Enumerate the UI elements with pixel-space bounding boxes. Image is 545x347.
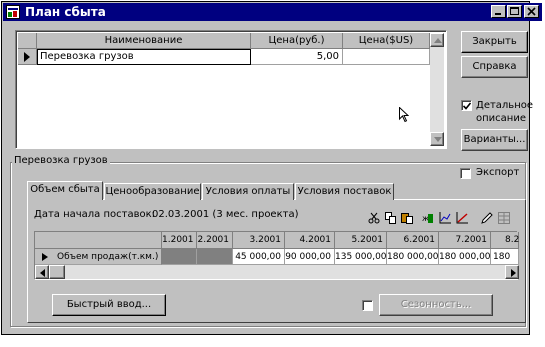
help-button-label: Справка xyxy=(472,61,517,72)
minimize-icon xyxy=(495,13,501,15)
export-checkbox[interactable] xyxy=(460,168,471,179)
col-header-price-rub[interactable]: Цена(руб.) xyxy=(251,33,343,49)
row-indicator xyxy=(18,49,37,65)
sales-cell[interactable]: 45 000,00 xyxy=(233,249,285,265)
tab-payment-terms[interactable]: Условия оплаты xyxy=(202,183,294,200)
grid2-corner xyxy=(35,232,162,249)
row-header-sales: Объем продаж(т.км.) xyxy=(35,249,162,265)
table-icon[interactable] xyxy=(498,212,510,224)
cell-price-usd[interactable] xyxy=(343,49,430,65)
seasonality-label: Сезонность... xyxy=(400,299,472,310)
sales-cell[interactable]: 180 000,00 xyxy=(439,249,491,265)
sales-cell xyxy=(197,249,233,265)
paste-icon[interactable] xyxy=(401,212,413,224)
sales-cell[interactable]: 90 000,00 xyxy=(285,249,335,265)
minimize-button[interactable] xyxy=(491,5,506,18)
app-icon xyxy=(6,5,20,19)
arrow-right-icon xyxy=(511,269,516,277)
col-header-price-usd[interactable]: Цена($US) xyxy=(343,33,430,49)
close-button-label: Закрыть xyxy=(472,36,517,47)
table-row[interactable]: Перевозка грузов 5,00 xyxy=(18,49,430,65)
detail-label-line2: описание xyxy=(476,113,526,124)
start-date-label: Дата начала поставок: xyxy=(34,209,156,220)
help-button[interactable]: Справка xyxy=(461,56,528,78)
maximize-button[interactable] xyxy=(507,5,522,18)
export-label: Экспорт xyxy=(476,167,520,178)
cell-name[interactable]: Перевозка грузов xyxy=(37,49,251,65)
close-icon xyxy=(527,7,536,16)
current-row-arrow-icon xyxy=(42,253,48,261)
period-header[interactable]: 3.2001 xyxy=(233,232,285,249)
variants-button-label: Варианты... xyxy=(463,134,526,145)
horizontal-scrollbar[interactable] xyxy=(35,265,519,279)
start-date-value: 02.03.2001 (3 мес. проекта) xyxy=(152,209,299,220)
scroll-down-button[interactable] xyxy=(430,132,444,146)
maximize-icon xyxy=(510,7,519,15)
period-header[interactable]: 8.2 xyxy=(491,232,519,249)
checkmark-icon xyxy=(463,102,471,110)
group-title: Перевозка грузов xyxy=(12,155,110,166)
seasonality-checkbox[interactable] xyxy=(362,300,373,311)
sales-cell[interactable]: 135 000,00 xyxy=(335,249,387,265)
period-header[interactable]: 5.2001 xyxy=(335,232,387,249)
title-bar: План сбыта xyxy=(3,3,542,21)
sales-volume-grid: 1.2001 2.2001 3.2001 4.2001 5.2001 6.200… xyxy=(34,231,519,280)
period-header[interactable]: 7.2001 xyxy=(439,232,491,249)
period-header[interactable]: 1.2001 xyxy=(162,232,197,249)
col-header-name[interactable]: Наименование xyxy=(37,33,251,49)
grid-corner xyxy=(18,33,37,49)
close-button[interactable]: Закрыть xyxy=(461,31,528,53)
arrow-down-icon xyxy=(434,137,442,142)
sales-cell xyxy=(162,249,197,265)
trend-icon[interactable] xyxy=(456,212,468,224)
tab-delivery-terms[interactable]: Условия поставок xyxy=(295,183,394,200)
row-label: Объем продаж(т.км.) xyxy=(57,252,159,262)
current-row-arrow-icon xyxy=(24,52,30,62)
variants-button[interactable]: Варианты... xyxy=(461,129,528,151)
mouse-cursor-icon xyxy=(399,107,409,123)
vertical-scrollbar[interactable] xyxy=(430,33,444,146)
pencil-icon[interactable] xyxy=(481,212,493,224)
chart-icon[interactable] xyxy=(439,212,451,224)
arrow-left-icon xyxy=(40,269,45,277)
copy-icon[interactable] xyxy=(385,212,397,224)
fill-series-icon[interactable]: ж xyxy=(422,212,434,224)
close-window-button[interactable] xyxy=(524,5,539,18)
tab-pricing[interactable]: Ценообразование xyxy=(104,183,201,200)
quick-input-button[interactable]: Быстрый ввод... xyxy=(52,294,166,316)
quick-input-label: Быстрый ввод... xyxy=(66,299,152,310)
scroll-up-button[interactable] xyxy=(430,33,444,47)
cell-price-rub[interactable]: 5,00 xyxy=(251,49,343,65)
detail-label-line1: Детальное xyxy=(476,100,534,111)
detail-description-label: Детальное описание xyxy=(476,99,533,125)
scroll-left-button[interactable] xyxy=(35,265,49,279)
period-header[interactable]: 6.2001 xyxy=(387,232,439,249)
period-header[interactable]: 2.2001 xyxy=(197,232,233,249)
tab-sales-volume[interactable]: Объем сбыта xyxy=(27,181,103,200)
window-title: План сбыта xyxy=(25,5,106,19)
seasonality-button[interactable]: Сезонность... xyxy=(379,294,493,316)
products-grid: Наименование Цена(руб.) Цена($US) Перево… xyxy=(15,30,447,149)
scroll-thumb[interactable] xyxy=(49,265,65,279)
scissors-icon[interactable] xyxy=(368,212,380,224)
arrow-up-icon xyxy=(434,38,442,43)
scroll-right-button[interactable] xyxy=(505,265,519,279)
period-header[interactable]: 4.2001 xyxy=(285,232,335,249)
sales-cell[interactable]: 180 xyxy=(491,249,519,265)
detail-description-checkbox[interactable] xyxy=(461,100,472,111)
sales-cell[interactable]: 180 000,00 xyxy=(387,249,439,265)
